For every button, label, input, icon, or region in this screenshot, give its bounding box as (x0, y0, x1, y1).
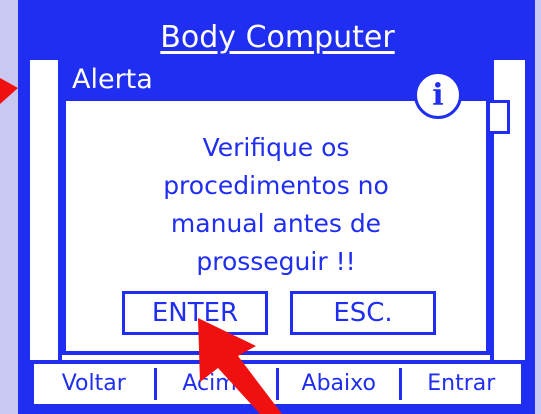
nav-enter-button[interactable]: Entrar (402, 368, 522, 400)
nav-back-button[interactable]: Voltar (34, 368, 157, 400)
enter-button[interactable]: ENTER (122, 291, 268, 335)
message-line: manual antes de (170, 209, 382, 238)
nav-up-button[interactable]: Acima (157, 368, 279, 400)
message-line: prosseguir !! (196, 247, 356, 276)
left-arrow-icon (0, 78, 18, 104)
bottom-nav-bar: Voltar Acima Abaixo Entrar (30, 360, 525, 408)
left-panel (30, 60, 62, 360)
message-line: Verifique os (202, 133, 350, 162)
message-line: procedimentos no (163, 171, 389, 200)
nav-down-button[interactable]: Abaixo (279, 368, 402, 400)
dialog-message: Verifique os procedimentos no manual ant… (66, 129, 486, 281)
info-icon: i (414, 71, 462, 119)
esc-button[interactable]: ESC. (290, 291, 436, 335)
app-title: Body Computer (30, 16, 525, 60)
alert-dialog: Alerta i Verifique os procedimentos no m… (62, 55, 490, 355)
